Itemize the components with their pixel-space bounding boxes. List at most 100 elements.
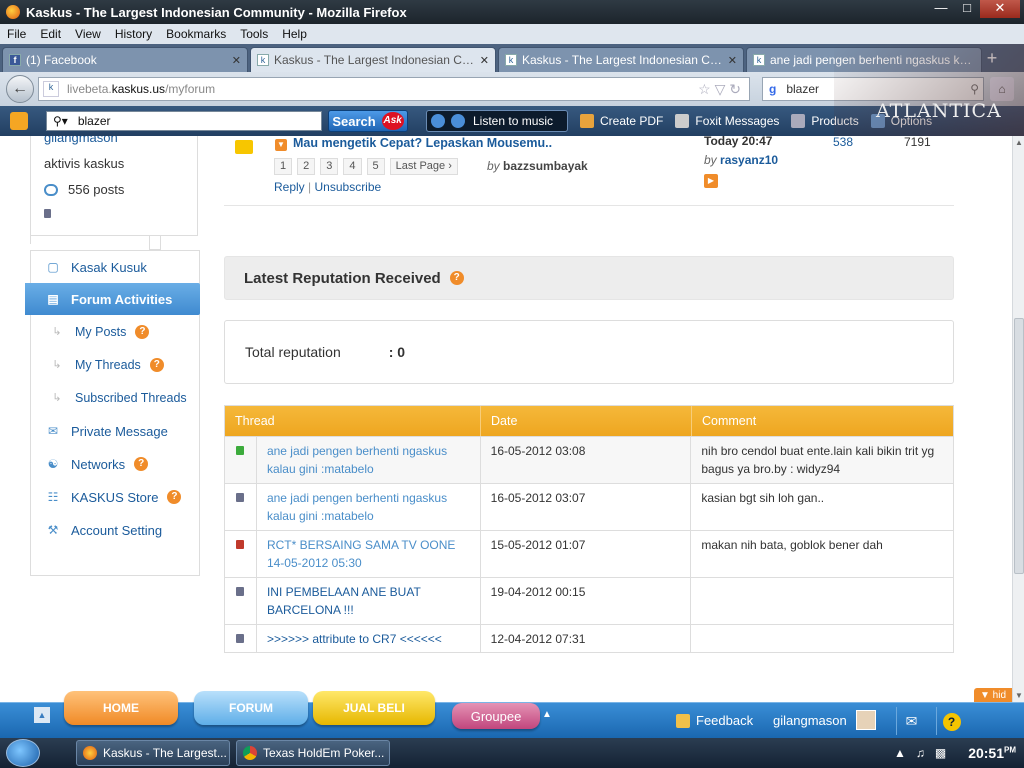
groupee-tab[interactable]: Groupee (452, 703, 540, 729)
taskbar-item-firefox[interactable]: Kaskus - The Largest... (76, 740, 230, 766)
page-link[interactable]: 1 (274, 158, 293, 175)
maximize-button[interactable]: □ (954, 0, 980, 18)
thread-title-link[interactable]: Mau mengetik Cepat? Lepaskan Mousemu.. (293, 136, 552, 150)
last-poster-link[interactable]: rasyanz10 (720, 153, 778, 167)
reputation-date: 12-04-2012 07:31 (481, 625, 692, 652)
listen-to-music-widget[interactable]: Listen to music (426, 110, 568, 132)
sidebar-item-private-message[interactable]: ✉ Private Message (31, 415, 201, 447)
minimize-button[interactable]: — (928, 0, 954, 18)
sidebar-item-networks[interactable]: ☯ Networks? (31, 448, 201, 480)
toolbar-search-button[interactable]: Search Ask (328, 110, 408, 132)
google-search-box[interactable]: g blazer ⚲ (762, 77, 984, 101)
help-icon[interactable]: ? (134, 457, 149, 471)
site-identity-icon[interactable]: k (43, 81, 59, 97)
menu-view[interactable]: View (68, 27, 108, 41)
thread-link[interactable]: ane jadi pengen berhenti ngaskus kalau g… (257, 437, 481, 483)
profile-posts: 556 posts (44, 182, 124, 197)
feedback-button[interactable]: Feedback (676, 713, 753, 728)
sidebar-item-subscribed-threads[interactable]: ↳ Subscribed Threads (31, 382, 201, 414)
home-button[interactable]: ⌂ (990, 77, 1014, 101)
volume-icon[interactable] (451, 114, 465, 128)
tab-thread[interactable]: k ane jadi pengen berhenti ngaskus kal..… (746, 47, 982, 72)
help-icon[interactable]: ? (449, 271, 464, 285)
scrollbar-thumb[interactable] (1014, 318, 1024, 574)
menu-bookmarks[interactable]: Bookmarks (159, 27, 233, 41)
sidebar-item-kaskus-store[interactable]: ☷ KASKUS Store? (31, 481, 201, 513)
reputation-table: Thread Date Comment ane jadi pengen berh… (224, 405, 954, 653)
toolbar-logo-icon[interactable] (10, 112, 28, 130)
collapse-icon[interactable]: ▲ (34, 707, 50, 723)
tab-kaskus-active[interactable]: k Kaskus - The Largest Indonesian Com...… (250, 47, 496, 72)
menu-file[interactable]: File (0, 27, 33, 41)
reply-count[interactable]: 538 (833, 136, 853, 149)
page-link[interactable]: 4 (343, 158, 362, 175)
close-tab-icon[interactable]: ✕ (728, 54, 737, 67)
help-icon[interactable]: ? (135, 325, 150, 339)
table-row: RCT* BERSAING SAMA TV OONE 14-05-2012 05… (225, 530, 953, 577)
close-tab-icon[interactable]: ✕ (480, 54, 489, 67)
sidebar-item-forum-activities[interactable]: ▤ Forum Activities (25, 283, 200, 315)
network-icon[interactable]: ▩ (935, 746, 946, 760)
bottom-username[interactable]: gilangmason (773, 713, 847, 728)
speaker-icon[interactable]: ♫ (916, 746, 925, 760)
sidebar-item-my-posts[interactable]: ↳ My Posts? (31, 316, 201, 348)
play-icon[interactable] (431, 114, 445, 128)
page-link[interactable]: 2 (297, 158, 316, 175)
start-button[interactable] (6, 739, 40, 767)
kaskus-bottom-bar: ▲ HOME FORUM JUAL BELI Groupee ▲ Feedbac… (0, 691, 1024, 738)
goto-last-post-icon[interactable]: ▶ (704, 174, 718, 188)
thread-arrow-icon[interactable]: ▼ (275, 139, 287, 151)
search-icon[interactable]: ⚲ (970, 82, 979, 96)
jual-beli-tab[interactable]: JUAL BELI (313, 691, 435, 725)
page-scrollbar[interactable]: ▲ ▼ (1012, 136, 1024, 702)
unsubscribe-link[interactable]: Unsubscribe (315, 180, 382, 194)
menu-edit[interactable]: Edit (33, 27, 68, 41)
author-link[interactable]: bazzsumbayak (503, 159, 588, 173)
home-tab[interactable]: HOME (64, 691, 178, 725)
sidebar-item-account-setting[interactable]: ⚒ Account Setting (31, 514, 201, 546)
scroll-down-icon[interactable]: ▼ (1015, 691, 1023, 700)
forum-tab[interactable]: FORUM (194, 691, 308, 725)
tab-facebook[interactable]: f (1) Facebook ✕ (2, 47, 248, 72)
scroll-up-icon[interactable]: ▲ (1015, 138, 1023, 147)
close-window-button[interactable]: ✕ (980, 0, 1020, 18)
toolbar-search-input[interactable]: ⚲▾ blazer (46, 111, 322, 131)
page-link[interactable]: 5 (366, 158, 385, 175)
help-icon[interactable]: ? (149, 358, 164, 372)
sidebar-item-kasak-kusuk[interactable]: ▢ Kasak Kusuk (31, 251, 201, 283)
reply-link[interactable]: Reply (274, 180, 305, 194)
sidebar-item-my-threads[interactable]: ↳ My Threads? (31, 349, 201, 381)
help-icon: ? (942, 713, 961, 731)
page-link[interactable]: 3 (320, 158, 339, 175)
create-pdf-button[interactable]: Create PDF (580, 114, 663, 128)
menu-tools[interactable]: Tools (233, 27, 275, 41)
options-button[interactable]: Options (870, 114, 932, 128)
close-tab-icon[interactable]: ✕ (232, 54, 241, 67)
tab-kaskus-2[interactable]: k Kaskus - The Largest Indonesian Com...… (498, 47, 744, 72)
show-hidden-icons[interactable]: ▲ (894, 746, 906, 760)
thread-link[interactable]: INI PEMBELAAN ANE BUAT BARCELONA !!! (257, 578, 481, 624)
menu-help[interactable]: Help (275, 27, 314, 41)
reputation-marker (225, 625, 257, 652)
products-button[interactable]: Products (791, 114, 859, 128)
menu-history[interactable]: History (108, 27, 159, 41)
help-button[interactable]: ? (936, 707, 966, 735)
avatar[interactable] (856, 710, 876, 730)
taskbar-item-chrome[interactable]: Texas HoldEm Poker... (236, 740, 390, 766)
new-tab-button[interactable]: + (982, 48, 1002, 69)
thread-link[interactable]: ane jadi pengen berhenti ngaskus kalau g… (257, 484, 481, 530)
bookmark-star-icon[interactable]: ☆ ▽ ↻ (698, 81, 741, 98)
messages-button[interactable]: ✉ (896, 707, 926, 735)
thread-link[interactable]: RCT* BERSAING SAMA TV OONE 14-05-2012 05… (257, 531, 481, 577)
last-page-link[interactable]: Last Page › (389, 158, 458, 175)
thread-link[interactable]: >>>>>> attribute to CR7 <<<<<< (257, 625, 481, 652)
reputation-status-icon (236, 446, 245, 455)
help-icon[interactable]: ? (167, 490, 182, 504)
profile-username[interactable]: gilangmason (44, 136, 118, 145)
clock[interactable]: 20:51PM (958, 745, 1016, 761)
back-button[interactable]: ← (6, 75, 34, 103)
url-bar[interactable]: k livebeta. kaskus.us/myforum ☆ ▽ ↻ (38, 77, 750, 101)
foxit-messages-button[interactable]: Foxit Messages (675, 114, 779, 128)
foxit-label: Foxit Messages (695, 114, 780, 128)
expand-arrow-icon[interactable]: ▲ (542, 709, 558, 725)
